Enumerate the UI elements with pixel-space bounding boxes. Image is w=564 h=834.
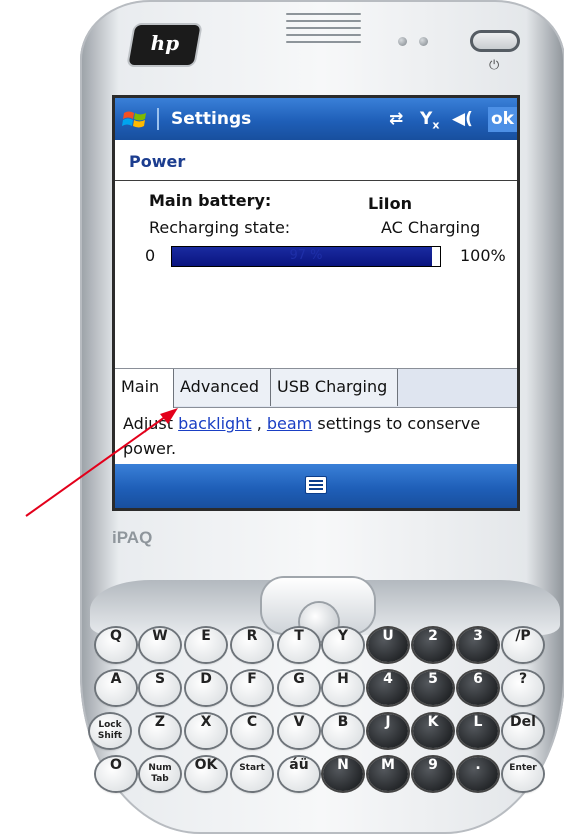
annotation-arrow [25,408,178,517]
